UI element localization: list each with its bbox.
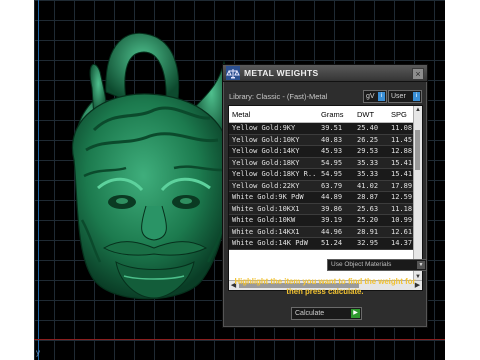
use-object-materials-dropdown[interactable]: Use Object Materials ▼ — [327, 259, 427, 271]
calculate-button[interactable]: Calculate ▶ — [291, 307, 362, 320]
use-object-materials-label: Use Object Materials — [331, 261, 392, 268]
metal-cell: Yellow Gold:18KY R... — [232, 170, 316, 178]
dwt-cell: 25.40 — [357, 124, 379, 132]
metal-cell: Yellow Gold:22KY — [232, 181, 300, 190]
table-row[interactable]: Yellow Gold:22KY 63.79 41.02 17.89 — [229, 180, 413, 192]
play-icon: ▶ — [351, 309, 360, 318]
dwt-cell: 28.91 — [357, 227, 379, 236]
spg-cell: 12.61 — [391, 227, 413, 236]
gv-button-label: gV — [366, 93, 375, 100]
dwt-cell: 35.33 — [357, 158, 379, 167]
grams-cell: 54.95 — [321, 158, 343, 167]
dwt-cell: 28.87 — [357, 193, 379, 201]
vertical-scrollbar[interactable]: ▲ ▼ — [413, 106, 422, 281]
dwt-cell: 41.02 — [357, 181, 379, 190]
table-row[interactable]: Yellow Gold:9KY 39.51 25.40 11.08 — [229, 123, 413, 135]
metal-cell: White Gold:10KX1 — [232, 204, 300, 213]
spg-cell: 12.59 — [391, 193, 413, 201]
table-header: Metal Grams DWT SPG — [229, 106, 413, 123]
grams-cell: 39.19 — [321, 216, 343, 224]
table-row[interactable]: Yellow Gold:18KY R... 54.95 35.33 15.41 — [229, 169, 413, 181]
instruction-text: Highlight the item you want to find the … — [234, 277, 416, 296]
grams-cell: 44.89 — [321, 193, 343, 201]
library-label: Library: Classic - (Fast)-Metal — [229, 92, 328, 101]
close-button[interactable]: × — [412, 68, 424, 80]
panel-title: METAL WEIGHTS — [244, 68, 319, 78]
metal-cell: Yellow Gold:10KY — [232, 135, 300, 144]
grams-cell: 44.96 — [321, 227, 343, 236]
table-row[interactable]: White Gold:9K PdW 44.89 28.87 12.59 — [229, 192, 413, 204]
info-icon: i — [413, 92, 420, 101]
column-header-dwt[interactable]: DWT — [357, 110, 374, 119]
grams-cell: 39.51 — [321, 124, 343, 132]
metal-cell: White Gold:14KX1 — [232, 227, 300, 236]
dwt-cell: 26.25 — [357, 135, 379, 144]
dwt-cell: 25.20 — [357, 216, 379, 224]
dwt-cell: 35.33 — [357, 170, 379, 178]
spg-cell: 10.99 — [391, 216, 413, 224]
metal-cell: Yellow Gold:9KY — [232, 124, 296, 132]
spg-cell: 15.41 — [391, 158, 413, 167]
grams-cell: 39.86 — [321, 204, 343, 213]
scale-icon — [226, 66, 240, 80]
user-button-label: User — [391, 93, 406, 100]
spg-cell: 15.41 — [391, 170, 413, 178]
dwt-cell: 32.95 — [357, 239, 379, 247]
metal-cell: Yellow Gold:14KY — [232, 147, 300, 155]
spg-cell: 11.08 — [391, 124, 413, 132]
spg-cell: 17.89 — [391, 181, 413, 190]
grams-cell: 40.83 — [321, 135, 343, 144]
table-rows: Yellow Gold:9KY 39.51 25.40 11.08 Yellow Gol… — [229, 123, 413, 250]
column-header-spg[interactable]: SPG — [391, 110, 407, 119]
table-row[interactable]: White Gold:10KW 39.19 25.20 10.99 — [229, 215, 413, 227]
column-header-grams[interactable]: Grams — [321, 110, 344, 119]
user-button[interactable]: User i — [388, 90, 422, 103]
gv-button[interactable]: gV i — [363, 90, 387, 103]
spg-cell: 12.88 — [391, 147, 413, 155]
grams-cell: 63.79 — [321, 181, 343, 190]
table-row[interactable]: Yellow Gold:18KY 54.95 35.33 15.41 — [229, 157, 413, 169]
grams-cell: 54.95 — [321, 170, 343, 178]
scroll-up-icon[interactable]: ▲ — [414, 106, 422, 114]
dwt-cell: 25.63 — [357, 204, 379, 213]
metal-cell: White Gold:10KW — [232, 216, 296, 224]
column-header-metal[interactable]: Metal — [232, 110, 250, 119]
spg-cell: 11.18 — [391, 204, 413, 213]
panel-titlebar[interactable]: METAL WEIGHTS × — [223, 65, 427, 82]
table-row[interactable]: White Gold:14K PdW 51.24 32.95 14.37 — [229, 238, 413, 250]
info-icon: i — [378, 92, 385, 101]
table-row[interactable]: White Gold:14KX1 44.96 28.91 12.61 — [229, 226, 413, 238]
calculate-label: Calculate — [295, 310, 325, 317]
metal-cell: White Gold:14K PdW — [232, 239, 308, 247]
chevron-down-icon: ▼ — [417, 261, 425, 269]
metal-cell: White Gold:9K PdW — [232, 193, 304, 201]
metal-cell: Yellow Gold:18KY — [232, 158, 300, 167]
spg-cell: 14.37 — [391, 239, 413, 247]
grams-cell: 51.24 — [321, 239, 343, 247]
scroll-thumb[interactable] — [415, 130, 420, 170]
spg-cell: 11.45 — [391, 135, 413, 144]
metal-weights-panel: METAL WEIGHTS × Library: Classic - (Fast… — [222, 64, 428, 328]
grams-cell: 45.93 — [321, 147, 343, 155]
dwt-cell: 29.53 — [357, 147, 379, 155]
table-row[interactable]: Yellow Gold:14KY 45.93 29.53 12.88 — [229, 146, 413, 158]
table-row[interactable]: White Gold:10KX1 39.86 25.63 11.18 — [229, 203, 413, 215]
table-row[interactable]: Yellow Gold:10KY 40.83 26.25 11.45 — [229, 134, 413, 146]
